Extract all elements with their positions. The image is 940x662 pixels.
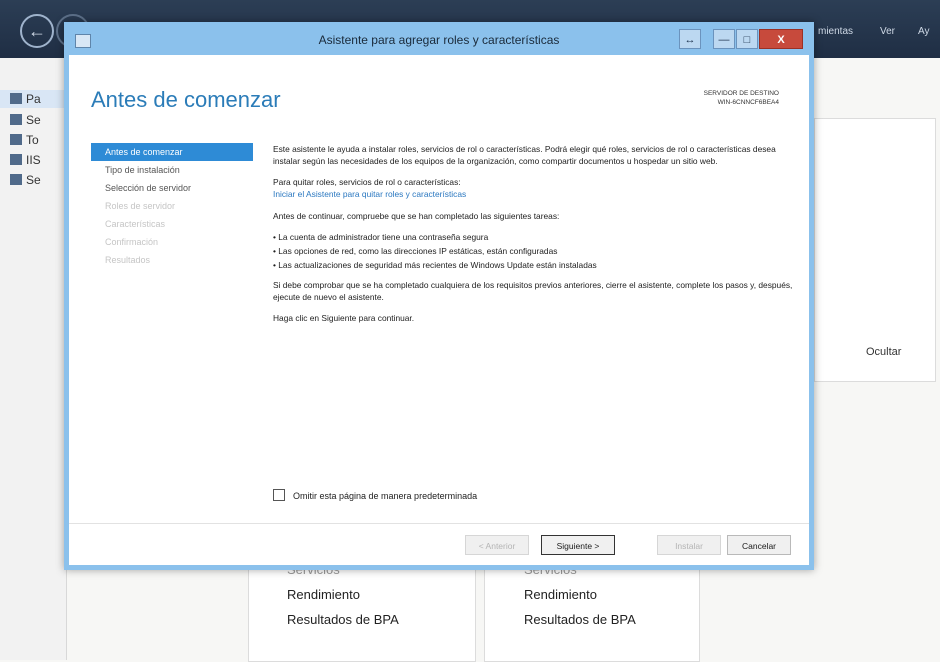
tile-2-rendimiento[interactable]: Rendimiento (524, 587, 597, 602)
role-tile-1[interactable] (248, 560, 476, 662)
menu-ayuda[interactable]: Ay (918, 26, 930, 37)
skip-page-option[interactable]: Omitir esta página de manera predetermin… (273, 489, 477, 501)
remove-roles-label: Para quitar roles, servicios de rol o ca… (273, 177, 461, 187)
verify-note: Si debe comprobar que se ha completado c… (273, 280, 793, 302)
back-button[interactable]: ← (20, 14, 54, 48)
page-title: Antes de comenzar (91, 87, 281, 112)
remove-roles-link[interactable]: Iniciar el Asistente para quitar roles y… (273, 189, 466, 199)
dashboard-icon (10, 93, 22, 104)
tile-2-bpa[interactable]: Resultados de BPA (524, 612, 636, 627)
tile-1-bpa[interactable]: Resultados de BPA (287, 612, 399, 627)
maximize-button[interactable]: □ (736, 29, 758, 49)
next-button[interactable]: Siguiente > (541, 535, 615, 555)
button-divider (69, 523, 809, 524)
menu-herramientas[interactable]: mientas (818, 26, 853, 37)
add-roles-wizard-dialog: Asistente para agregar roles y caracterí… (64, 22, 814, 570)
welcome-panel (814, 118, 936, 382)
sidebar-item-all-servers[interactable]: To (10, 133, 39, 147)
intro-text: Este asistente le ayuda a instalar roles… (273, 144, 776, 166)
services-icon (10, 174, 22, 185)
prerequisite-list: La cuenta de administrador tiene una con… (273, 231, 793, 271)
previous-button[interactable]: < Anterior (465, 535, 529, 555)
close-button[interactable]: X (759, 29, 803, 49)
list-item: Las opciones de red, como las direccione… (273, 245, 793, 257)
nav-item-antes-de-comenzar[interactable]: Antes de comenzar (91, 143, 253, 161)
wizard-nav: Antes de comenzar Tipo de instalación Se… (91, 143, 253, 269)
nav-item-tipo-instalacion[interactable]: Tipo de instalación (91, 161, 253, 179)
nav-item-seleccion-servidor[interactable]: Selección de servidor (91, 179, 253, 197)
click-next-text: Haga clic en Siguiente para continuar. (273, 313, 415, 323)
before-continue-text: Antes de continuar, compruebe que se han… (273, 211, 560, 221)
server-icon (10, 114, 22, 125)
skip-page-label[interactable]: Omitir esta página de manera predetermin… (293, 491, 477, 501)
list-item: Las actualizaciones de seguridad más rec… (273, 259, 793, 271)
install-button[interactable]: Instalar (657, 535, 721, 555)
menu-ver[interactable]: Ver (880, 26, 895, 37)
role-tile-2[interactable] (484, 560, 700, 662)
servers-icon (10, 134, 22, 145)
hide-welcome-link[interactable]: Ocultar (866, 346, 901, 358)
sidebar-item-local-server[interactable]: Se (10, 113, 41, 127)
sidebar-item-iis[interactable]: IIS (10, 153, 41, 167)
sidebar-item-dashboard[interactable]: Pa (0, 90, 66, 108)
sidebar-item-services[interactable]: Se (10, 173, 41, 187)
wizard-content: Este asistente le ayuda a instalar roles… (273, 143, 793, 333)
resize-button[interactable]: ↔ (679, 29, 701, 49)
dialog-titlebar[interactable]: Asistente para agregar roles y caracterí… (69, 27, 809, 55)
iis-icon (10, 154, 22, 165)
tile-1-rendimiento[interactable]: Rendimiento (287, 587, 360, 602)
server-manager-sidebar: Pa Se To IIS Se (0, 58, 67, 660)
nav-item-resultados: Resultados (105, 255, 151, 265)
destination-server-name: WIN-6CNNCF6BEA4 (717, 99, 779, 106)
cancel-button[interactable]: Cancelar (727, 535, 791, 555)
destination-server-label: SERVIDOR DE DESTINO WIN-6CNNCF6BEA4 (703, 90, 779, 106)
nav-item-caracteristicas: Características (105, 219, 166, 229)
skip-page-checkbox[interactable] (273, 489, 285, 501)
nav-item-roles-servidor: Roles de servidor (105, 201, 176, 211)
list-item: La cuenta de administrador tiene una con… (273, 231, 793, 243)
nav-item-confirmacion: Confirmación (105, 237, 159, 247)
minimize-button[interactable]: — (713, 29, 735, 49)
